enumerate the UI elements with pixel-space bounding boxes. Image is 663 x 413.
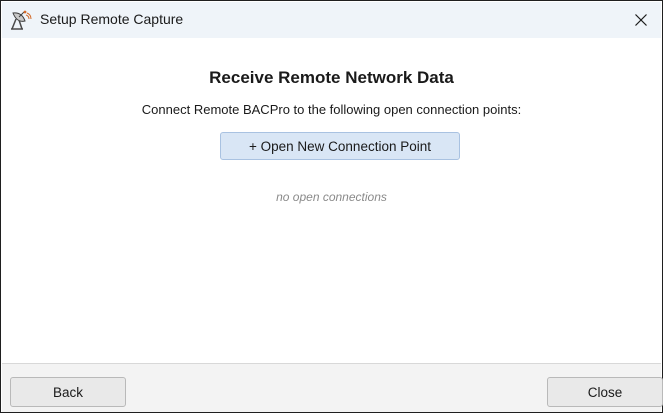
title-bar: Setup Remote Capture [2, 2, 661, 38]
dialog-footer: Back Close [2, 364, 663, 412]
close-icon[interactable] [629, 8, 653, 32]
satellite-dish-icon [10, 10, 32, 30]
window-title: Setup Remote Capture [40, 11, 184, 27]
page-title: Receive Remote Network Data [209, 68, 454, 87]
empty-connections-message: no open connections [276, 190, 387, 204]
open-new-connection-point-button[interactable]: + Open New Connection Point [220, 132, 460, 160]
back-button[interactable]: Back [10, 377, 126, 407]
instructions-text: Connect Remote BACPro to the following o… [141, 102, 522, 117]
dialog-content: Receive Remote Network Data Connect Remo… [2, 38, 661, 363]
close-button[interactable]: Close [547, 377, 663, 407]
setup-remote-capture-dialog: Setup Remote Capture Receive Remote Netw… [0, 0, 663, 413]
